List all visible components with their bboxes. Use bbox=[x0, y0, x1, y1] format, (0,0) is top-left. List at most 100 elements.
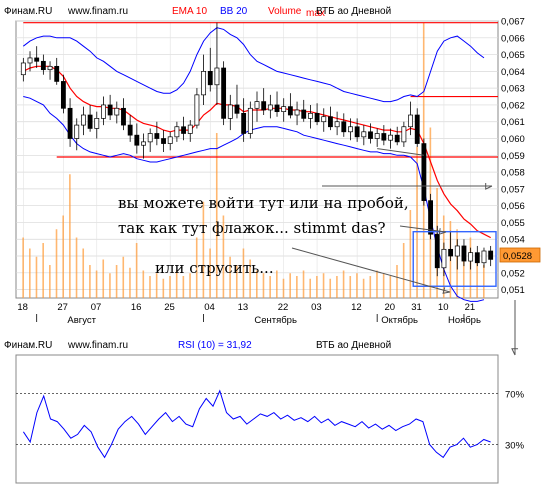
volume-bar bbox=[135, 243, 138, 298]
volume-bar bbox=[42, 243, 44, 298]
date-tick-label: 07 bbox=[91, 302, 102, 313]
candle-body bbox=[34, 57, 40, 62]
rsi-site-url: www.finam.ru bbox=[67, 340, 128, 351]
volume-legend: Volume bbox=[268, 6, 302, 17]
rsi-level-label: 70% bbox=[505, 389, 525, 400]
candle-body bbox=[54, 65, 60, 82]
candle-body bbox=[81, 114, 86, 126]
volume-bar bbox=[29, 248, 31, 298]
volume-bar bbox=[109, 273, 111, 298]
chart-title: ВТБ ао Дневной bbox=[316, 6, 391, 17]
candle-body bbox=[421, 143, 427, 201]
candle-body bbox=[207, 71, 213, 86]
candle-body bbox=[434, 233, 440, 269]
volume-bar bbox=[356, 273, 358, 298]
candle-body bbox=[294, 109, 300, 116]
candle-body bbox=[354, 126, 360, 138]
volume-bar bbox=[62, 215, 64, 298]
volume-bar bbox=[269, 276, 271, 298]
rsi-chart-title: ВТБ ао Дневной bbox=[316, 340, 391, 351]
candle-body bbox=[114, 107, 120, 116]
volume-bar bbox=[49, 265, 51, 298]
candle-body bbox=[448, 248, 454, 257]
month-label: Сентябрь bbox=[254, 315, 297, 326]
candle-body bbox=[454, 245, 460, 257]
candle-body bbox=[414, 114, 420, 144]
candle-body bbox=[47, 65, 53, 71]
volume-bar bbox=[296, 276, 298, 298]
price-tick-label: 0,054 bbox=[501, 235, 525, 246]
candle-body bbox=[221, 67, 227, 119]
annotation-line-1: вы можете войти тут или на пробой, bbox=[118, 194, 409, 212]
candle-body bbox=[27, 57, 33, 64]
candle-body bbox=[161, 138, 166, 144]
volume-bar bbox=[416, 146, 418, 298]
candle-body bbox=[167, 136, 173, 144]
candle bbox=[221, 61, 227, 126]
price-tick-label: 0,067 bbox=[501, 17, 525, 28]
candle-body bbox=[381, 133, 387, 141]
rsi-plot-area bbox=[15, 354, 499, 484]
candle-body bbox=[314, 112, 320, 123]
rsi-site-name: Финам.RU bbox=[4, 340, 52, 351]
volume-bar bbox=[376, 270, 378, 298]
candle-body bbox=[201, 71, 207, 96]
candle-body bbox=[67, 107, 73, 139]
candle-body bbox=[368, 131, 373, 139]
volume-bar bbox=[35, 256, 38, 298]
candle-body bbox=[214, 67, 220, 86]
month-label: Август bbox=[67, 315, 96, 326]
ema-legend: EMA 10 bbox=[172, 6, 207, 17]
candle-body bbox=[307, 112, 313, 119]
price-tick-label: 0,056 bbox=[501, 201, 525, 212]
date-tick-label: 10 bbox=[438, 302, 449, 313]
volume-bar bbox=[309, 278, 312, 298]
volume-bar bbox=[389, 276, 392, 298]
candle-body bbox=[194, 94, 200, 126]
candle-body bbox=[187, 124, 193, 134]
candle-body bbox=[348, 126, 353, 133]
candle-body bbox=[341, 121, 347, 133]
annotation-line-2: так как тут флажок... stimmt das? bbox=[118, 219, 386, 237]
candle-body bbox=[241, 112, 247, 134]
volume-bar bbox=[115, 265, 118, 298]
candle bbox=[428, 193, 433, 240]
volume-bar bbox=[169, 276, 171, 298]
volume-bar bbox=[396, 265, 398, 298]
volume-bar bbox=[82, 248, 85, 298]
candle-body bbox=[441, 248, 447, 269]
volume-bar bbox=[182, 276, 185, 298]
volume-bar bbox=[342, 270, 345, 298]
last-price-label: 0,0528 bbox=[503, 251, 532, 262]
volume-bar bbox=[162, 278, 165, 298]
volume-bar bbox=[316, 276, 318, 298]
price-tick-label: 0,063 bbox=[501, 84, 525, 95]
price-tick-label: 0,052 bbox=[501, 268, 525, 279]
candle-body bbox=[274, 104, 280, 113]
candle-body bbox=[361, 131, 367, 138]
volume-bar bbox=[322, 273, 325, 298]
candle-body bbox=[281, 106, 287, 113]
date-axis: 18 27 07 16 25 04 13 22 03 12 20 31 10 21 Август Сентяб… bbox=[17, 302, 481, 326]
candle-body bbox=[134, 134, 140, 146]
candle-body bbox=[74, 124, 80, 139]
candle-body bbox=[481, 250, 487, 264]
volume-bar bbox=[329, 278, 332, 298]
date-tick-label: 22 bbox=[278, 302, 289, 313]
candle-body bbox=[234, 104, 240, 114]
candle-body bbox=[401, 126, 407, 143]
candle-body bbox=[127, 124, 133, 136]
candle-body bbox=[87, 114, 93, 129]
date-tick-label: 25 bbox=[164, 302, 175, 313]
candle-body bbox=[267, 104, 273, 111]
price-tick-label: 0,059 bbox=[501, 151, 525, 162]
volume-bar bbox=[302, 270, 305, 298]
price-tick-label: 0,065 bbox=[501, 50, 525, 61]
candle-body bbox=[394, 134, 400, 143]
candle-body bbox=[474, 252, 480, 264]
rsi-level-label: 30% bbox=[505, 441, 525, 452]
volume-bar bbox=[142, 270, 145, 298]
price-tick-label: 0,057 bbox=[501, 184, 525, 195]
candle-body bbox=[328, 116, 333, 128]
volume-bar bbox=[409, 210, 412, 298]
